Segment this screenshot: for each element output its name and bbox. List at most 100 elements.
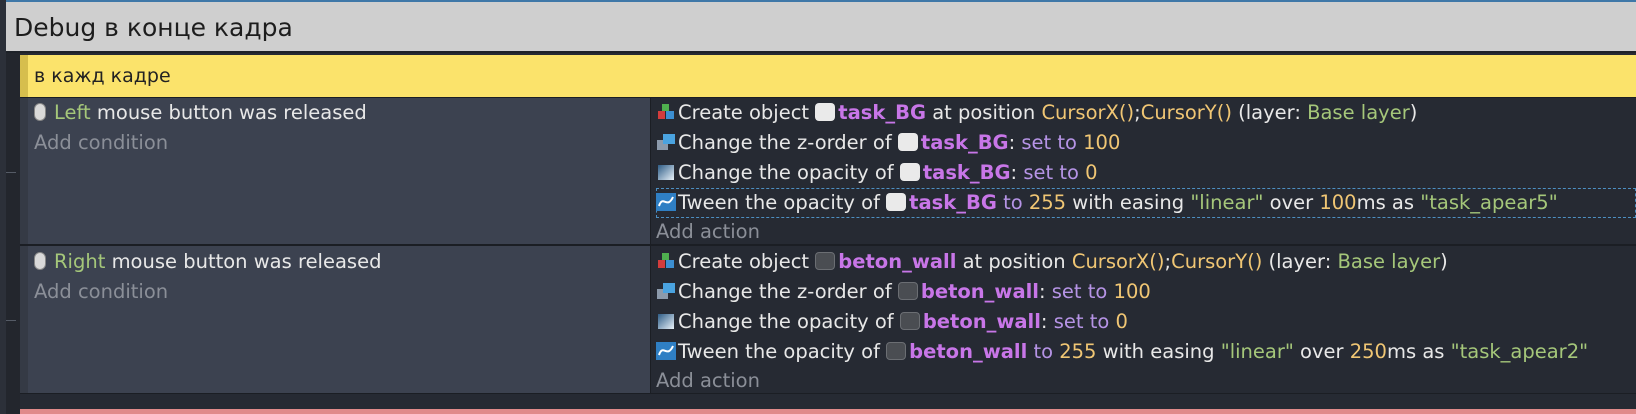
action-tween-opacity[interactable]: Tween the opacity of task_BG to 255 with… bbox=[656, 188, 1558, 218]
action-text: ) bbox=[1440, 250, 1448, 273]
param-x[interactable]: CursorX() bbox=[1072, 250, 1165, 273]
object-name[interactable]: beton_wall bbox=[923, 310, 1041, 333]
operator[interactable]: set to bbox=[1054, 310, 1110, 333]
action-change-opacity[interactable]: Change the opacity of beton_wall: set to… bbox=[656, 307, 1128, 337]
action-text: at position bbox=[962, 250, 1066, 273]
action-text: : bbox=[1038, 280, 1046, 303]
action-text: (layer: bbox=[1268, 250, 1332, 273]
action-text: Change the z-order of bbox=[678, 280, 892, 303]
comment-event[interactable]: в кажд кадре bbox=[20, 55, 1636, 97]
param-x[interactable]: CursorX() bbox=[1041, 101, 1134, 124]
add-condition-link[interactable]: Add condition bbox=[34, 128, 168, 158]
z-order-icon bbox=[656, 280, 676, 300]
object-name[interactable]: beton_wall bbox=[921, 280, 1039, 303]
actions-column[interactable]: Create object task_BG at position Cursor… bbox=[651, 98, 1636, 244]
param-easing[interactable]: "linear" bbox=[1221, 340, 1294, 363]
param-tween-name[interactable]: "task_apear5" bbox=[1420, 191, 1557, 214]
object-thumbnail-icon bbox=[886, 193, 907, 211]
event-group-title[interactable]: Debug в конце кадра bbox=[14, 13, 293, 42]
tween-to-keyword: to bbox=[1003, 191, 1023, 214]
param-target-opacity[interactable]: 255 bbox=[1059, 340, 1096, 363]
object-thumbnail-icon bbox=[886, 342, 907, 360]
operator[interactable]: set to bbox=[1021, 131, 1077, 154]
condition-mouse-released[interactable]: Left mouse button was released bbox=[34, 98, 367, 128]
mouse-button-param: Right bbox=[54, 250, 106, 273]
param-value[interactable]: 100 bbox=[1114, 280, 1151, 303]
param-target-opacity[interactable]: 255 bbox=[1029, 191, 1066, 214]
param-duration[interactable]: 250 bbox=[1350, 340, 1387, 363]
object-name[interactable]: task_BG bbox=[921, 131, 1009, 154]
event-drag-handle[interactable] bbox=[20, 246, 28, 393]
mouse-button-param: Left bbox=[54, 101, 91, 124]
action-text: ms as bbox=[1386, 340, 1445, 363]
conditions-column[interactable]: Left mouse button was released Add condi… bbox=[28, 98, 651, 244]
object-name[interactable]: task_BG bbox=[923, 161, 1011, 184]
event-group-header[interactable]: Debug в конце кадра bbox=[6, 2, 1636, 53]
action-text: with easing bbox=[1072, 191, 1185, 214]
action-text: Tween the opacity of bbox=[678, 191, 880, 214]
group-indent-strip bbox=[6, 53, 20, 414]
object-thumbnail-icon bbox=[815, 103, 836, 121]
param-value[interactable]: 0 bbox=[1115, 310, 1127, 333]
opacity-icon bbox=[656, 161, 676, 181]
action-text: : bbox=[1008, 131, 1016, 154]
param-duration[interactable]: 100 bbox=[1319, 191, 1356, 214]
condition-text: mouse button was released bbox=[111, 250, 382, 273]
operator[interactable]: set to bbox=[1023, 161, 1079, 184]
standard-event[interactable]: Right mouse button was released Add cond… bbox=[20, 245, 1636, 394]
param-value[interactable]: 100 bbox=[1083, 131, 1120, 154]
param-tween-name[interactable]: "task_apear2" bbox=[1451, 340, 1588, 363]
add-action-link[interactable]: Add action bbox=[656, 217, 760, 247]
action-change-z-order[interactable]: Change the z-order of beton_wall: set to… bbox=[656, 277, 1151, 307]
action-text: ) bbox=[1409, 101, 1418, 124]
object-thumbnail-icon bbox=[899, 312, 920, 330]
opacity-icon bbox=[656, 310, 676, 330]
action-text: over bbox=[1269, 191, 1314, 214]
action-text: Tween the opacity of bbox=[678, 340, 880, 363]
action-create-object[interactable]: Create object beton_wall at position Cur… bbox=[656, 247, 1448, 277]
event-drag-handle[interactable] bbox=[20, 98, 28, 244]
action-text: : bbox=[1010, 161, 1018, 184]
standard-event[interactable]: Left mouse button was released Add condi… bbox=[20, 97, 1636, 245]
operator[interactable]: set to bbox=[1052, 280, 1108, 303]
add-action-link[interactable]: Add action bbox=[656, 366, 760, 396]
action-text: Create object bbox=[678, 250, 810, 273]
param-layer[interactable]: Base layer bbox=[1307, 101, 1410, 124]
param-separator: ; bbox=[1134, 101, 1141, 124]
action-text: with easing bbox=[1102, 340, 1215, 363]
param-layer[interactable]: Base layer bbox=[1338, 250, 1441, 273]
action-create-object[interactable]: Create object task_BG at position Cursor… bbox=[656, 98, 1417, 128]
action-text: at position bbox=[932, 101, 1036, 124]
object-name[interactable]: beton_wall bbox=[909, 340, 1027, 363]
actions-column[interactable]: Create object beton_wall at position Cur… bbox=[651, 246, 1636, 393]
mouse-icon bbox=[34, 252, 46, 270]
z-order-icon bbox=[656, 131, 676, 151]
action-text: Change the opacity of bbox=[678, 310, 894, 333]
action-text: ms as bbox=[1356, 191, 1415, 214]
object-thumbnail-icon bbox=[897, 133, 918, 151]
indent-tick bbox=[6, 320, 16, 321]
create-object-icon bbox=[656, 101, 676, 121]
param-y[interactable]: CursorY() bbox=[1141, 101, 1232, 124]
add-condition-link[interactable]: Add condition bbox=[34, 277, 168, 307]
object-name[interactable]: task_BG bbox=[838, 101, 926, 124]
action-text: over bbox=[1300, 340, 1344, 363]
param-value[interactable]: 0 bbox=[1085, 161, 1097, 184]
comment-text[interactable]: в кажд кадре bbox=[34, 65, 171, 87]
action-tween-opacity[interactable]: Tween the opacity of beton_wall to 255 w… bbox=[656, 337, 1588, 367]
param-easing[interactable]: "linear" bbox=[1190, 191, 1263, 214]
object-thumbnail-icon bbox=[815, 252, 836, 270]
action-change-opacity[interactable]: Change the opacity of task_BG: set to 0 bbox=[656, 158, 1098, 188]
object-name[interactable]: beton_wall bbox=[838, 250, 956, 273]
conditions-column[interactable]: Right mouse button was released Add cond… bbox=[28, 246, 651, 393]
object-name[interactable]: task_BG bbox=[909, 191, 997, 214]
action-text: Change the opacity of bbox=[678, 161, 894, 184]
create-object-icon bbox=[656, 250, 676, 270]
condition-mouse-released[interactable]: Right mouse button was released bbox=[34, 247, 381, 277]
param-y[interactable]: CursorY() bbox=[1171, 250, 1262, 273]
mouse-icon bbox=[34, 103, 46, 121]
tween-to-keyword: to bbox=[1033, 340, 1054, 363]
action-text: : bbox=[1040, 310, 1048, 333]
action-text: (layer: bbox=[1238, 101, 1301, 124]
action-change-z-order[interactable]: Change the z-order of task_BG: set to 10… bbox=[656, 128, 1120, 158]
